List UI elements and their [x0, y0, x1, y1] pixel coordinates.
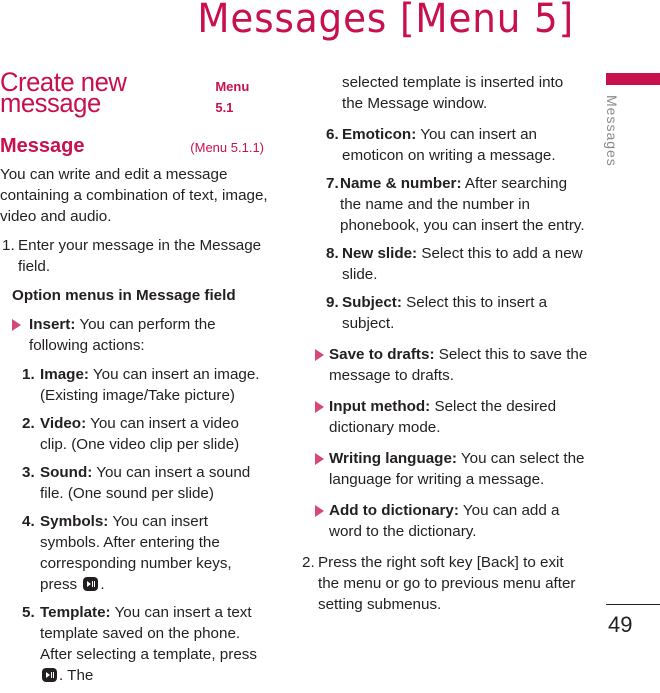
bullet-add-to-dictionary: Add to dictionary: You can add a word to…: [298, 500, 588, 542]
option-heading: Option menus in Message field: [12, 287, 236, 304]
bullet-label: Save to drafts:: [329, 346, 435, 363]
item-text-end: .: [100, 576, 105, 593]
item-label: Subject:: [342, 294, 402, 311]
bullet-input-method: Input method: Select the desired diction…: [298, 396, 588, 438]
item-number: 7.: [326, 175, 339, 192]
step-text: Press the right soft key [Back] to exit …: [318, 554, 576, 613]
item-number: 3.: [22, 464, 35, 481]
triangle-bullet-icon: [315, 453, 324, 465]
subsection-menu-ref: (Menu 5.1.1): [190, 140, 264, 155]
item-label: Sound:: [40, 464, 93, 481]
insert-item-video: 2. Video: You can insert a video clip. (…: [0, 413, 268, 455]
triangle-bullet-icon: [315, 401, 324, 413]
item-label: Name & number:: [340, 175, 462, 192]
step-text: Enter your message in the Message field.: [18, 237, 262, 275]
item-number: 5.: [22, 604, 35, 621]
item-label: Template:: [40, 604, 111, 621]
subsection-title: Message: [0, 135, 85, 157]
section-title: Create new message: [0, 67, 127, 118]
item-number: 8.: [326, 245, 339, 262]
section-menu-ref: Menu 5.1: [215, 79, 250, 115]
item-label: New slide:: [342, 245, 418, 262]
bullet-insert: Insert: You can perform the following ac…: [0, 314, 268, 356]
bullet-label: Writing language:: [329, 450, 457, 467]
item-label: Video:: [40, 415, 87, 432]
page-title: Messages [Menu 5]: [197, 0, 574, 42]
insert-item-sound: 3. Sound: You can insert a sound file. (…: [0, 462, 268, 504]
step-number: 1.: [2, 237, 15, 254]
item-number: 1.: [22, 366, 35, 383]
item-label: Symbols:: [40, 513, 109, 530]
triangle-bullet-icon: [315, 505, 324, 517]
item-number: 4.: [22, 513, 35, 530]
bullet-label: Insert:: [29, 316, 76, 333]
step-number: 2.: [302, 554, 315, 571]
insert-item-template: 5. Template: You can insert a text templ…: [0, 602, 268, 686]
side-tab-label: Messages: [604, 95, 620, 167]
bullet-label: Input method:: [329, 398, 431, 415]
intro-paragraph: You can write and edit a message contain…: [0, 166, 268, 225]
step-2: 2. Press the right soft key [Back] to ex…: [298, 552, 588, 615]
item-text-end: . The: [59, 667, 94, 684]
item-number: 9.: [326, 294, 339, 311]
subsection-heading: Message (Menu 5.1.1): [0, 136, 268, 158]
insert-item-image: 1. Image: You can insert an image. (Exis…: [0, 364, 268, 406]
item-label: Emoticon:: [342, 126, 417, 143]
bullet-writing-language: Writing language: You can select the lan…: [298, 448, 588, 490]
insert-item-new-slide: 8. New slide: Select this to add a new s…: [298, 243, 588, 285]
template-continued: selected template is inserted into the M…: [298, 72, 588, 114]
item-label: Image:: [40, 366, 89, 383]
item-number: 2.: [22, 415, 35, 432]
ok-play-pause-key-icon: [83, 577, 99, 591]
insert-item-symbols: 4. Symbols: You can insert symbols. Afte…: [0, 511, 268, 595]
insert-item-subject: 9. Subject: Select this to insert a subj…: [298, 292, 588, 334]
section-heading: Create new message Menu 5.1: [0, 67, 268, 118]
step-1: 1. Enter your message in the Message fie…: [0, 235, 268, 277]
page-number: 49: [608, 612, 633, 637]
triangle-bullet-icon: [12, 319, 21, 331]
bullet-label: Add to dictionary:: [329, 502, 459, 519]
triangle-bullet-icon: [315, 349, 324, 361]
item-text-continued: selected template is inserted into the M…: [342, 74, 564, 112]
bullet-save-to-drafts: Save to drafts: Select this to save the …: [298, 344, 588, 386]
insert-item-emoticon: 6. Emoticon: You can insert an emoticon …: [298, 124, 588, 166]
side-tab-accent-bar: [606, 73, 660, 85]
right-column: selected template is inserted into the M…: [298, 72, 588, 623]
page-number-divider: [606, 604, 660, 605]
left-column: Create new message Menu 5.1 Message (Men…: [0, 67, 268, 693]
item-number: 6.: [326, 126, 339, 143]
insert-item-name-number: 7. Name & number: After searching the na…: [298, 173, 588, 236]
ok-play-pause-key-icon: [42, 668, 57, 682]
